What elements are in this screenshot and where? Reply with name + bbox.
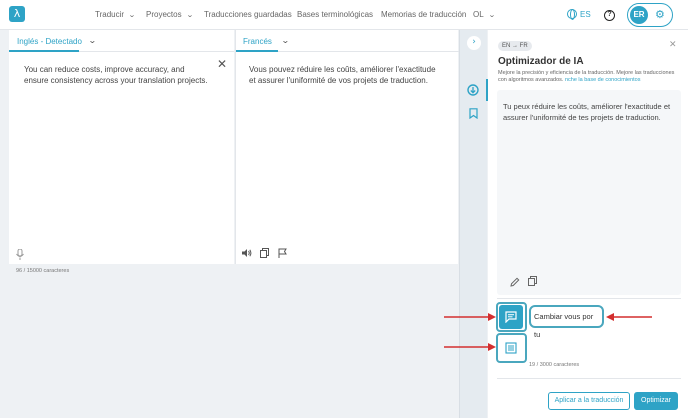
close-icon[interactable]: ✕: [669, 40, 677, 50]
help-icon[interactable]: ?: [604, 10, 615, 21]
nav-saved-translations[interactable]: Traducciones guardadas: [204, 10, 292, 19]
annotation-highlight: [529, 305, 604, 328]
chevron-down-icon: ⌄: [185, 12, 194, 19]
source-panel: Inglés - Detectado ⌄ You can reduce cost…: [9, 30, 234, 264]
divider: [497, 298, 681, 299]
annotation-arrow: [444, 313, 496, 321]
copy-icon[interactable]: [528, 276, 537, 286]
chevron-down-icon[interactable]: ⌄: [281, 36, 290, 45]
nav-translate[interactable]: Traducir ⌄: [95, 10, 136, 19]
app-logo[interactable]: λ: [9, 6, 25, 22]
apply-translation-button[interactable]: Aplicar a la traducción: [548, 392, 630, 410]
flag-icon[interactable]: [278, 248, 287, 258]
panel-description: Mejore la precisión y eficiencia de la t…: [498, 70, 678, 84]
active-tab-indicator: [236, 50, 278, 52]
copy-icon[interactable]: [260, 248, 269, 258]
target-language-tab[interactable]: Francés: [243, 37, 272, 46]
language-selector[interactable]: ES: [567, 9, 591, 20]
knowledge-base-link[interactable]: nche la base de conocimientos: [565, 77, 641, 83]
panel-title: Optimizador de IA: [498, 56, 584, 67]
chevron-right-icon[interactable]: ›: [467, 36, 481, 50]
chevron-down-icon: ⌄: [487, 12, 496, 19]
nav-projects-label: Proyectos: [146, 10, 182, 19]
nav-translation-memories[interactable]: Memorias de traducción: [381, 10, 466, 19]
optimized-suggestion-text: Tu peux réduire les coûts, améliorer l'e…: [503, 102, 671, 122]
speaker-icon[interactable]: [241, 248, 252, 258]
user-menu[interactable]: ER ⚙: [627, 3, 673, 27]
nav-translate-label: Traducir: [95, 10, 125, 19]
gear-icon[interactable]: ⚙: [655, 8, 665, 21]
divider: [497, 378, 681, 379]
target-text-output: Vous pouvez réduire les coûts, améliorer…: [249, 65, 436, 85]
edit-icon[interactable]: [510, 277, 520, 287]
source-language-tab[interactable]: Inglés - Detectado: [17, 37, 82, 46]
top-navbar: λ Traducir ⌄ Proyectos ⌄ Traducciones guar…: [0, 0, 688, 30]
nav-projects[interactable]: Proyectos ⌄: [146, 10, 194, 19]
active-tab-indicator: [9, 50, 79, 52]
annotation-highlight: [496, 333, 527, 363]
microphone-icon[interactable]: [16, 249, 24, 260]
nav-ol-label: OL: [473, 10, 484, 19]
nav-ol[interactable]: OL ⌄: [473, 10, 495, 19]
target-panel: Francés ⌄ Vous pouvez réduire les coûts,…: [235, 30, 459, 264]
close-icon[interactable]: ✕: [217, 57, 227, 71]
globe-icon: [567, 9, 577, 20]
source-char-count: 96 / 15000 caracteres: [16, 268, 70, 274]
source-tabbar: Inglés - Detectado ⌄: [9, 30, 234, 52]
target-tabbar: Francés ⌄: [236, 30, 459, 52]
language-pair-badge: EN → FR: [498, 41, 532, 51]
chevron-down-icon: ⌄: [128, 12, 136, 19]
language-code: ES: [580, 10, 591, 19]
annotation-arrow: [444, 343, 496, 351]
bookmark-icon[interactable]: [469, 108, 478, 119]
annotation-arrow: [606, 313, 652, 321]
nav-term-bases[interactable]: Bases terminológicas: [297, 10, 373, 19]
download-icon[interactable]: [467, 84, 479, 96]
source-text-input[interactable]: You can reduce costs, improve accuracy, …: [24, 64, 209, 86]
instruction-char-count: 19 / 3000 caracteres: [529, 362, 580, 368]
chevron-down-icon[interactable]: ⌄: [88, 36, 97, 45]
optimize-button[interactable]: Optimizar: [634, 392, 678, 410]
side-toolbar: ›: [459, 30, 488, 418]
annotation-highlight: [496, 302, 527, 332]
avatar: ER: [630, 6, 648, 24]
